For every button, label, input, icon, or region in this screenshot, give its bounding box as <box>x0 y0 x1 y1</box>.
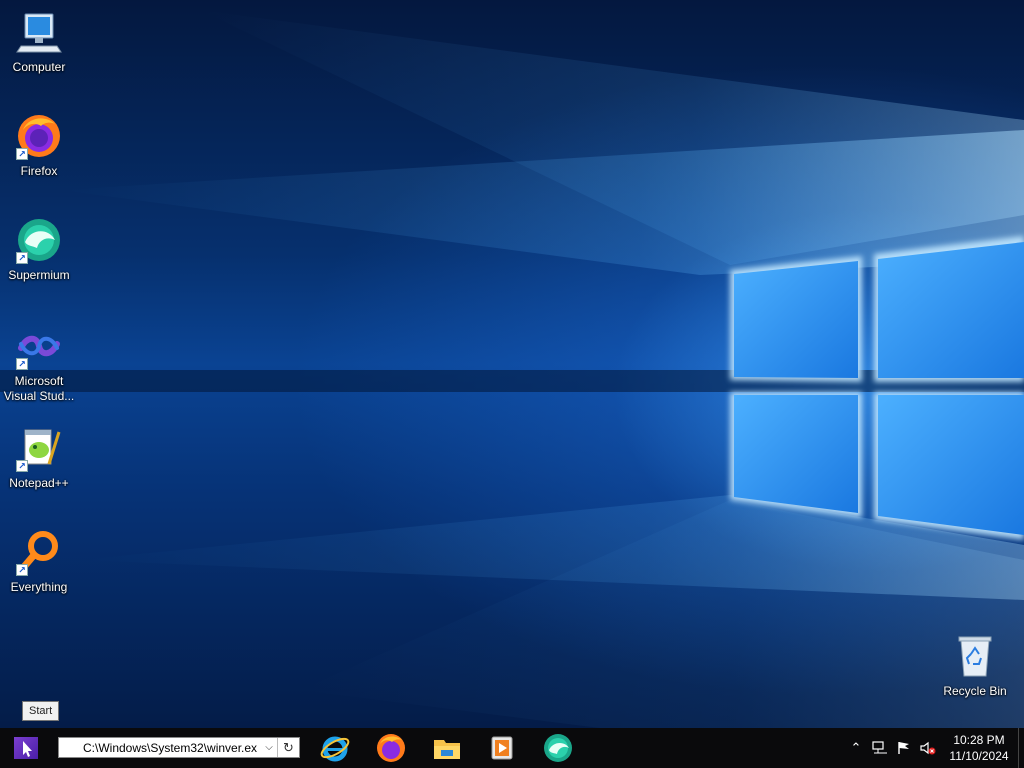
shortcut-arrow-icon: ↗ <box>16 564 28 576</box>
desktop-wallpaper <box>0 0 1024 728</box>
desktop-icon-everything[interactable]: ↗ Everything <box>1 528 77 595</box>
file-explorer-icon <box>434 740 460 759</box>
address-input[interactable]: C:\Windows\System32\winver.ex <box>59 741 261 755</box>
desktop-icon-label: Supermium <box>8 268 70 282</box>
desktop-icon-recycle-bin[interactable]: Recycle Bin <box>937 632 1013 699</box>
taskbar-media-player[interactable] <box>476 728 528 768</box>
internet-explorer-icon <box>320 736 350 762</box>
network-icon[interactable] <box>868 728 892 768</box>
shortcut-arrow-icon: ↗ <box>16 148 28 160</box>
media-player-icon <box>491 736 513 760</box>
desktop-icon-label: Firefox <box>20 164 58 178</box>
notepadpp-icon: ↗ <box>15 424 63 472</box>
chevron-down-icon[interactable]: ⌵ <box>261 742 277 753</box>
desktop-icon-label: Notepad++ <box>9 476 69 490</box>
shortcut-arrow-icon: ↗ <box>16 460 28 472</box>
firefox-icon: ↗ <box>15 112 63 160</box>
start-tooltip: Start <box>22 701 60 721</box>
clock-date: 11/10/2024 <box>949 749 1009 763</box>
shortcut-arrow-icon: ↗ <box>16 252 28 264</box>
supermium-icon <box>544 734 572 762</box>
desktop-icon-notepadpp[interactable]: ↗ Notepad++ <box>1 424 77 491</box>
action-center-flag-icon[interactable] <box>892 728 916 768</box>
desktop-icon-label: Computer <box>12 60 66 74</box>
shortcut-arrow-icon: ↗ <box>16 358 28 370</box>
everything-search-icon: ↗ <box>15 528 63 576</box>
taskbar-firefox[interactable] <box>365 728 417 768</box>
desktop-icon-firefox[interactable]: ↗ Firefox <box>1 112 77 179</box>
taskbar-internet-explorer[interactable] <box>309 728 361 768</box>
chevron-up-icon[interactable]: ⌃ <box>844 728 868 768</box>
visual-studio-icon: ↗ <box>15 322 63 370</box>
computer-icon <box>15 8 63 56</box>
firefox-icon <box>377 734 405 762</box>
desktop-icon-label: Recycle Bin <box>943 684 1007 698</box>
taskbar-file-explorer[interactable] <box>421 728 473 768</box>
desktop-icon-label: Everything <box>10 580 68 594</box>
system-tray: ⌃ 10:28 PM 11/10/2024 <box>844 728 1024 768</box>
taskbar-supermium[interactable] <box>532 728 584 768</box>
refresh-icon[interactable]: ↻ <box>277 738 299 757</box>
taskbar: C:\Windows\System32\winver.ex ⌵ ↻ ⌃ 10:2… <box>0 728 1024 768</box>
address-toolbar[interactable]: C:\Windows\System32\winver.ex ⌵ ↻ <box>58 737 300 758</box>
volume-muted-icon[interactable] <box>916 728 940 768</box>
desktop-icon-computer[interactable]: Computer <box>1 8 77 75</box>
recycle-bin-icon <box>951 632 999 680</box>
start-logo-icon <box>14 737 38 759</box>
supermium-icon: ↗ <box>15 216 63 264</box>
taskbar-clock[interactable]: 10:28 PM 11/10/2024 <box>940 732 1018 764</box>
desktop-icon-visual-studio[interactable]: ↗ Microsoft Visual Stud... <box>1 322 77 404</box>
desktop-icon-supermium[interactable]: ↗ Supermium <box>1 216 77 283</box>
start-button[interactable] <box>0 728 52 768</box>
desktop-icon-label: Microsoft Visual Stud... <box>3 374 75 403</box>
clock-time: 10:28 PM <box>953 733 1005 747</box>
show-desktop-button[interactable] <box>1018 728 1024 768</box>
